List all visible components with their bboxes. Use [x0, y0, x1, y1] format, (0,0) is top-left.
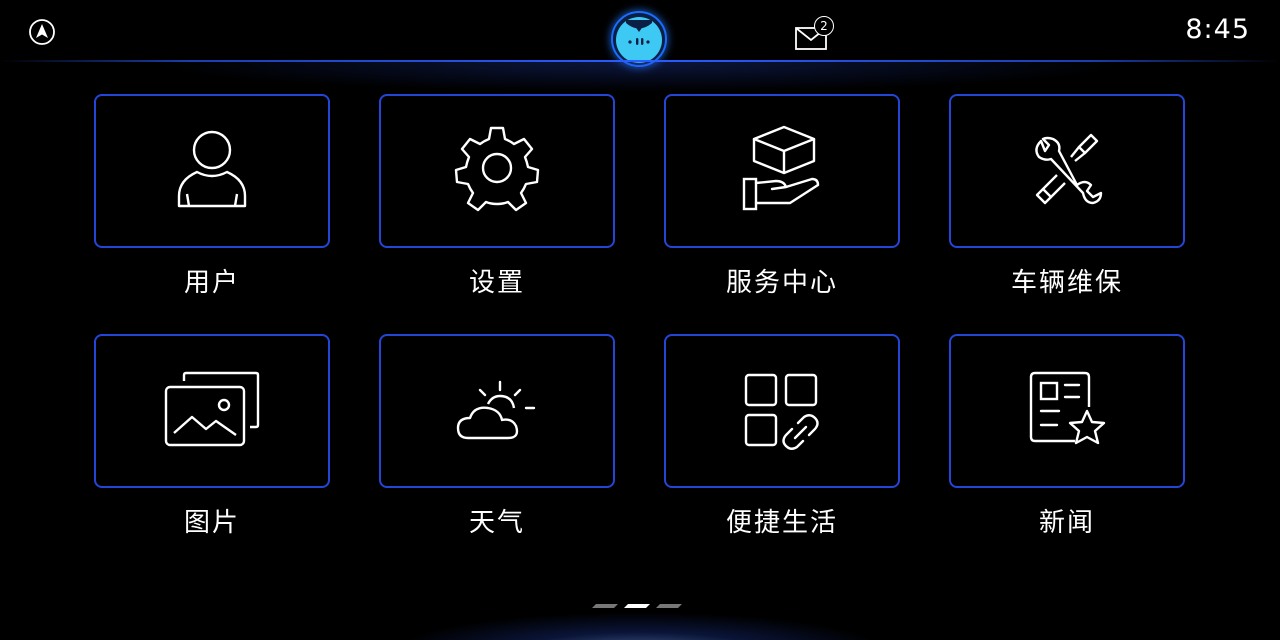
status-glow	[140, 62, 1140, 92]
page-indicator[interactable]	[588, 602, 688, 610]
home-screen: 2 8:45 用户 设置 服务中心 车辆维保 图片 天气 便捷生活 新闻	[0, 0, 1280, 640]
tile-user-label: 用户	[183, 268, 240, 298]
tile-settings-label: 设置	[468, 268, 525, 298]
clock: 8:45	[1185, 14, 1250, 45]
bottom-glow	[390, 612, 890, 640]
page-dot-2[interactable]	[624, 604, 650, 608]
gear-icon	[454, 126, 540, 212]
service-hand-box-icon	[742, 125, 820, 211]
tile-convenient-life[interactable]	[664, 334, 900, 488]
tile-gallery[interactable]	[94, 334, 330, 488]
user-icon	[177, 130, 247, 208]
apps-link-icon	[744, 373, 819, 450]
tile-convenient-life-label: 便捷生活	[725, 508, 838, 538]
tile-gallery-label: 图片	[183, 508, 240, 538]
news-star-icon	[1029, 371, 1106, 445]
page-dot-1[interactable]	[592, 604, 618, 608]
wrench-screwdriver-icon	[1035, 133, 1103, 205]
tile-weather-label: 天气	[468, 508, 525, 538]
tile-weather[interactable]	[379, 334, 615, 488]
page-dot-3[interactable]	[656, 604, 682, 608]
navigation-arrow-icon[interactable]	[28, 18, 56, 46]
gallery-icon	[164, 371, 260, 447]
tile-settings[interactable]	[379, 94, 615, 248]
tile-user[interactable]	[94, 94, 330, 248]
status-bar: 2 8:45	[0, 0, 1280, 68]
tile-vehicle-maintenance[interactable]	[949, 94, 1185, 248]
tile-service-center[interactable]	[664, 94, 900, 248]
tile-vehicle-maintenance-label: 车辆维保	[1010, 268, 1123, 298]
mail-count-badge: 2	[814, 16, 834, 36]
tile-service-center-label: 服务中心	[725, 268, 838, 298]
tile-news[interactable]	[949, 334, 1185, 488]
tile-news-label: 新闻	[1038, 508, 1095, 538]
sun-cloud-icon	[456, 380, 536, 440]
